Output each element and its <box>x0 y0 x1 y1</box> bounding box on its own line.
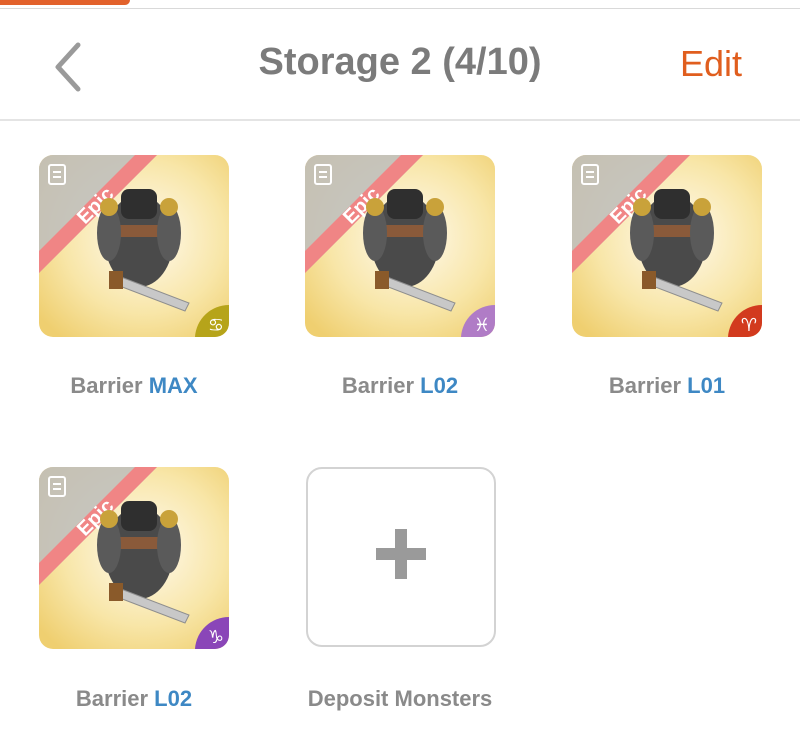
monster-label: Barrier L01 <box>537 373 797 399</box>
plus-icon <box>376 529 426 579</box>
monster-card[interactable]: Epic ♈ <box>572 155 762 337</box>
monster-card[interactable]: Epic ♑ <box>39 467 229 649</box>
monster-name: Barrier <box>608 373 682 398</box>
pisces-icon: ♓ <box>474 315 490 336</box>
cancer-icon: ♋ <box>208 315 224 336</box>
top-tab-indicator <box>0 0 130 5</box>
monster-label: Barrier L02 <box>270 373 530 399</box>
monster-level: MAX <box>148 373 198 398</box>
monster-card[interactable]: Epic ♋ <box>39 155 229 337</box>
monster-label: Barrier MAX <box>4 373 264 399</box>
monster-name: Barrier <box>70 373 143 398</box>
monster-level: L02 <box>420 373 459 398</box>
deposit-monsters-button[interactable] <box>306 467 496 647</box>
header-bar: Storage 2 (4/10) Edit <box>0 9 800 121</box>
monster-label: Barrier L02 <box>4 686 264 712</box>
monster-card-art: Epic ♋ <box>39 155 229 337</box>
monster-level: L02 <box>154 686 193 711</box>
monster-card-art: Epic ♈ <box>572 155 762 337</box>
monster-level: L01 <box>687 373 726 398</box>
capricorn-icon: ♑ <box>208 627 224 648</box>
edit-button[interactable]: Edit <box>680 43 742 85</box>
aries-icon: ♈ <box>741 315 757 336</box>
monster-card-art: Epic ♑ <box>39 467 229 649</box>
deposit-monsters-label: Deposit Monsters <box>307 686 493 711</box>
monster-card[interactable]: Epic ♓ <box>305 155 495 337</box>
monster-name: Barrier <box>341 373 415 398</box>
monster-name: Barrier <box>75 686 149 711</box>
monster-card-art: Epic ♓ <box>305 155 495 337</box>
